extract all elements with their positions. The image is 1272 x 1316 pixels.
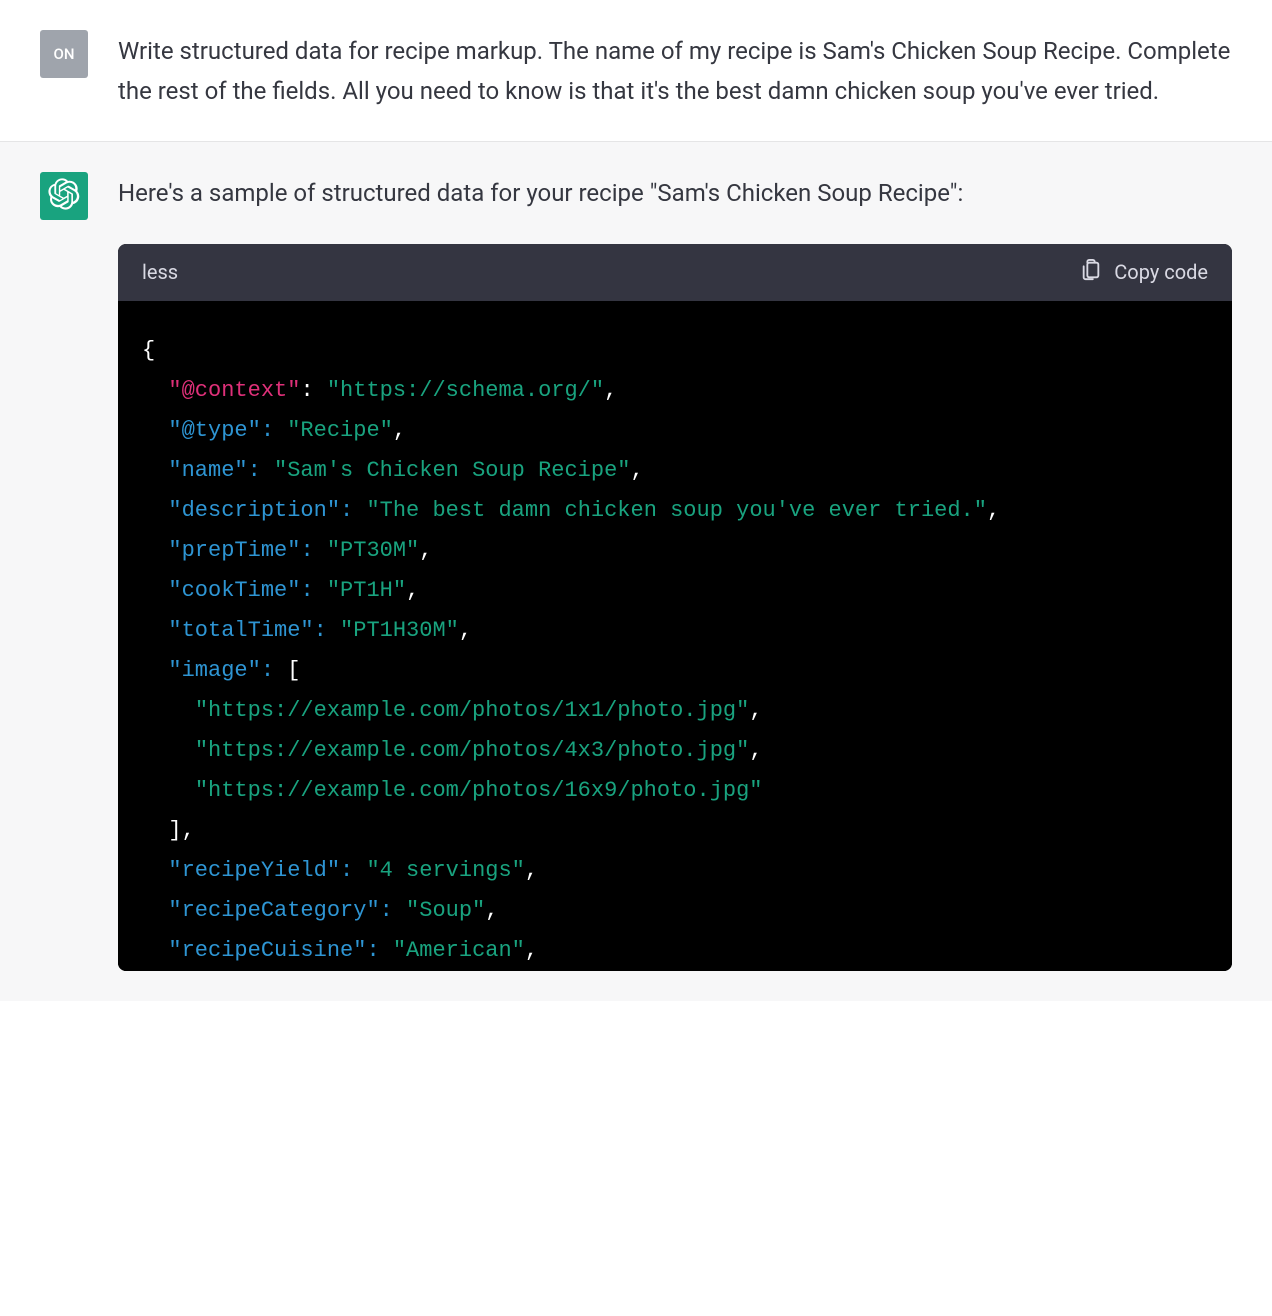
- user-message-block: ON Write structured data for recipe mark…: [0, 0, 1272, 141]
- clipboard-icon: [1080, 259, 1102, 286]
- code-header: less Copy code: [118, 244, 1232, 301]
- user-avatar-label: ON: [54, 45, 75, 63]
- code-language-label: less: [142, 256, 178, 289]
- copy-code-label: Copy code: [1114, 260, 1208, 284]
- user-avatar: ON: [40, 30, 88, 78]
- openai-logo-icon: [48, 178, 80, 214]
- assistant-message-block: Here's a sample of structured data for y…: [0, 141, 1272, 1001]
- assistant-intro-text: Here's a sample of structured data for y…: [118, 174, 1232, 214]
- code-block: less Copy code { "@context": "https://sc…: [118, 244, 1232, 972]
- user-message-text: Write structured data for recipe markup.…: [118, 30, 1232, 111]
- assistant-message-content: Here's a sample of structured data for y…: [118, 172, 1232, 971]
- copy-code-button[interactable]: Copy code: [1080, 259, 1208, 286]
- code-body[interactable]: { "@context": "https://schema.org/", "@t…: [118, 301, 1232, 972]
- assistant-avatar: [40, 172, 88, 220]
